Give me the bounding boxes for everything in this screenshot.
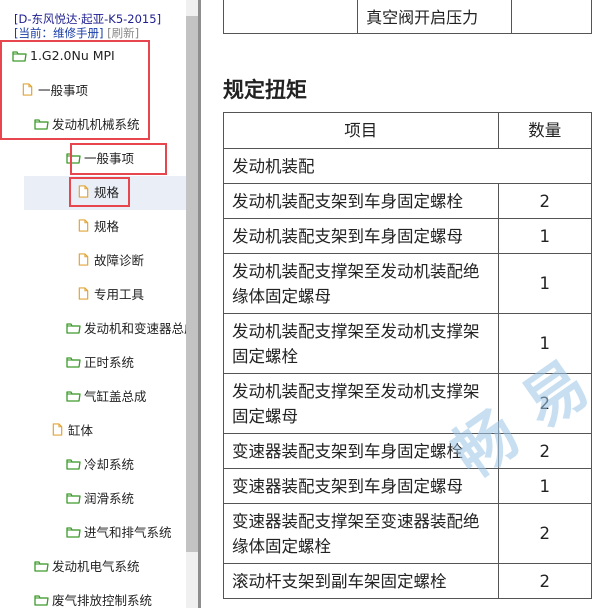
tree-item-spec[interactable]: 规格 (76, 208, 119, 242)
tree-item-label: 发动机机械系统 (52, 116, 140, 132)
tree-item-label: 规格 (94, 184, 120, 200)
tree-item-label: 发动机电气系统 (52, 558, 140, 574)
item-cell: 发动机装配支架到车身固定螺栓 (223, 183, 499, 219)
tree-item-lubrication[interactable]: 润滑系统 (66, 480, 134, 514)
item-cell: 变速器装配支架到车身固定螺母 (223, 468, 499, 504)
table-row: 变速器装配支撑架至变速器装配绝缘体固定螺栓 2 (223, 503, 592, 564)
table-cell (222, 0, 359, 34)
tree-item-engine-mechanical[interactable]: 发动机机械系统 (34, 106, 140, 140)
table-row: 发动机装配支撑架至发动机支撑架固定螺栓 1 (223, 313, 592, 374)
file-icon (22, 82, 33, 96)
table-cell (510, 0, 592, 34)
tree-item-label: 气缸盖总成 (84, 388, 147, 404)
folder-closed-icon (66, 492, 81, 504)
item-cell: 发动机装配支撑架至发动机支撑架固定螺栓 (223, 313, 499, 374)
item-cell: 发动机装配支撑架至发动机支撑架固定螺母 (223, 373, 499, 434)
qty-cell: 2 (497, 373, 592, 434)
tree-item-intake-exhaust[interactable]: 进气和排气系统 (66, 514, 186, 548)
qty-cell: 2 (497, 183, 592, 219)
file-icon (78, 218, 89, 232)
tree-item-root[interactable]: 1.G2.0Nu MPI (12, 38, 115, 72)
tree-item-label: 专用工具 (94, 286, 145, 302)
column-header-qty: 数量 (497, 112, 592, 149)
tree-item-cooling[interactable]: 冷却系统 (66, 446, 134, 480)
tree-pane: [D-东风悦达·起亚-K5-2015] [当前：维修手册] [刷新] 1.G2.… (0, 0, 186, 608)
item-cell: 变速器装配支撑架至变速器装配绝缘体固定螺栓 (223, 503, 499, 564)
tree-item-diagnosis[interactable]: 故障诊断 (76, 242, 144, 276)
tree-item-engine-transmission[interactable]: 发动机和变速器总成 (66, 310, 186, 344)
folder-closed-icon (66, 526, 81, 538)
tree-item-cylinder-block[interactable]: 缸体 (50, 412, 93, 446)
tree-item-label: 冷却系统 (84, 456, 135, 472)
table-row: 发动机装配支架到车身固定螺母 1 (223, 218, 592, 254)
item-cell: 发动机装配支撑架至发动机装配绝缘体固定螺母 (223, 253, 499, 314)
table-group-row: 发动机装配 (223, 148, 592, 184)
previous-table: 真空阀开启压力 (222, 0, 592, 34)
torque-table: 项目 数量 发动机装配 发动机装配支架到车身固定螺栓 2 发动机装配支架到车身固定螺… (223, 112, 592, 599)
document-title: [D-东风悦达·起亚-K5-2015] (14, 12, 162, 26)
qty-cell: 1 (497, 218, 592, 254)
section-title: 规定扭矩 (223, 78, 307, 102)
column-header-item: 项目 (223, 112, 499, 149)
table-header-row: 项目 数量 (223, 112, 592, 149)
tree-item-label: 废气排放控制系统 (52, 592, 153, 608)
table-row: 发动机装配支撑架至发动机支撑架固定螺母 2 (223, 373, 592, 434)
content-pane: 真空阀开启压力 规定扭矩 项目 数量 发动机装配 发动机装配支架到车身固定螺栓 2… (201, 0, 592, 608)
tree-item-emission[interactable]: 废气排放控制系统 (34, 582, 186, 608)
item-cell: 发动机装配支架到车身固定螺母 (223, 218, 499, 254)
folder-open-icon (12, 50, 27, 62)
file-icon (78, 252, 89, 266)
tree-item-general[interactable]: 一般事项 (20, 72, 88, 106)
folder-closed-icon (66, 356, 81, 368)
tree-item-cylinder-head[interactable]: 气缸盖总成 (66, 378, 147, 412)
file-icon (78, 184, 89, 198)
file-icon (52, 422, 63, 436)
qty-cell: 1 (497, 313, 592, 374)
group-cell: 发动机装配 (223, 148, 592, 184)
file-icon (78, 286, 89, 300)
tree-header: [D-东风悦达·起亚-K5-2015] [当前：维修手册] [刷新] (14, 12, 161, 40)
folder-closed-icon (66, 322, 81, 334)
item-cell: 滚动杆支架到副车架固定螺栓 (223, 563, 499, 599)
tree-scrollbar-thumb[interactable] (186, 16, 198, 552)
tree-item-label: 进气和排气系统 (84, 524, 172, 540)
tree-item-engine-electrical[interactable]: 发动机电气系统 (34, 548, 140, 582)
table-row: 发动机装配支撑架至发动机装配绝缘体固定螺母 1 (223, 253, 592, 314)
folder-open-icon (34, 118, 49, 130)
tree-item-label: 发动机和变速器总成 (84, 320, 186, 336)
folder-open-icon (66, 152, 81, 164)
table-row: 真空阀开启压力 (222, 0, 592, 34)
table-row: 变速器装配支架到车身固定螺栓 2 (223, 433, 592, 469)
tree-item-label: 故障诊断 (94, 252, 145, 268)
item-cell: 变速器装配支架到车身固定螺栓 (223, 433, 499, 469)
qty-cell: 1 (497, 253, 592, 314)
table-cell: 真空阀开启压力 (357, 0, 512, 34)
tree-item-special-tools[interactable]: 专用工具 (76, 276, 144, 310)
qty-cell: 2 (497, 433, 592, 469)
tree-item-label: 正时系统 (84, 354, 135, 370)
tree-item-timing[interactable]: 正时系统 (66, 344, 134, 378)
qty-cell: 1 (497, 468, 592, 504)
qty-cell: 2 (497, 503, 592, 564)
tree-item-label: 润滑系统 (84, 490, 135, 506)
table-row: 发动机装配支架到车身固定螺栓 2 (223, 183, 592, 219)
tree-item-spec-selected[interactable]: 规格 (76, 174, 119, 208)
tree-item-label: 规格 (94, 218, 120, 234)
folder-closed-icon (66, 390, 81, 402)
folder-closed-icon (66, 458, 81, 470)
table-row: 变速器装配支架到车身固定螺母 1 (223, 468, 592, 504)
folder-closed-icon (34, 594, 49, 606)
tree-item-label: 缸体 (68, 422, 94, 438)
tree-item-label: 一般事项 (84, 150, 135, 166)
folder-closed-icon (34, 560, 49, 572)
tree-item-em-general[interactable]: 一般事项 (66, 140, 134, 174)
tree-item-label: 一般事项 (38, 82, 89, 98)
qty-cell: 2 (497, 563, 592, 599)
tree-item-label: 1.G2.0Nu MPI (30, 47, 115, 63)
table-row: 滚动杆支架到副车架固定螺栓 2 (223, 563, 592, 599)
